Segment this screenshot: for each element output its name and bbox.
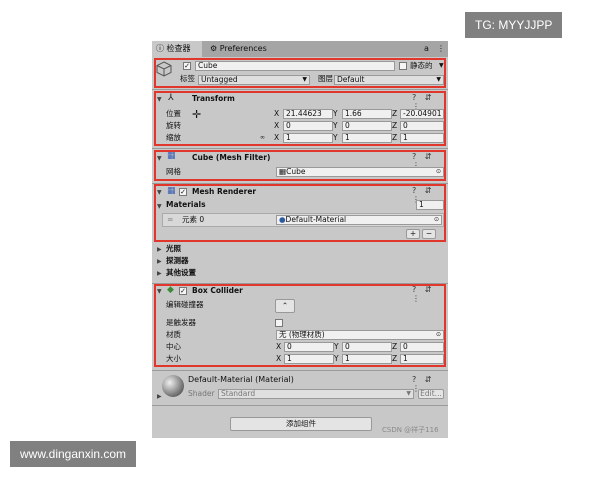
edit-shader-button[interactable]: Edit...	[418, 389, 444, 399]
foldout-arrow-icon[interactable]: ▶	[157, 246, 162, 253]
tab-inspector-label: 检查器	[166, 44, 191, 53]
probes-foldout[interactable]: 探测器	[166, 256, 189, 266]
add-component-button[interactable]: 添加组件	[230, 417, 372, 431]
highlight-mesh-renderer	[154, 184, 446, 242]
highlight-box-collider	[154, 284, 446, 367]
shader-dropdown[interactable]: Standard ▼	[218, 389, 414, 399]
tab-preferences[interactable]: ⚙ Preferences	[206, 41, 267, 57]
highlight-transform	[154, 91, 446, 146]
divider	[152, 148, 448, 149]
divider	[152, 370, 448, 371]
more-menu-icon[interactable]: ⋮	[437, 44, 445, 53]
divider	[152, 89, 448, 90]
shader-label: Shader	[188, 389, 215, 398]
watermark-top-right: TG: MYYJJPP	[465, 12, 563, 38]
lighting-foldout[interactable]: 光照	[166, 244, 181, 254]
highlight-object-header	[154, 58, 446, 88]
tab-preferences-label: Preferences	[219, 44, 267, 53]
help-icon: ?	[412, 375, 420, 384]
tab-bar: ⓘ 检查器 ⚙ Preferences a ⋮	[152, 41, 448, 57]
lock-icon[interactable]: a	[424, 44, 429, 53]
foldout-arrow-icon[interactable]: ▶	[157, 258, 162, 265]
divider	[152, 405, 448, 406]
shader-value: Standard	[221, 389, 256, 398]
chevron-down-icon: ▼	[406, 390, 411, 397]
material-asset-title: Default-Material (Material)	[188, 375, 294, 384]
info-icon: ⓘ	[156, 44, 164, 53]
csdn-watermark: CSDN @祥子116	[382, 426, 439, 434]
highlight-mesh-filter	[154, 150, 446, 181]
gear-icon: ⚙	[210, 44, 218, 53]
inspector-panel: ⓘ 检查器 ⚙ Preferences a ⋮ ✓ Cube 静态的 ▼ 标签 …	[152, 41, 448, 438]
other-settings-foldout[interactable]: 其他设置	[166, 268, 196, 278]
material-preview-sphere-icon	[162, 375, 184, 397]
watermark-bottom-left: www.dinganxin.com	[10, 441, 137, 467]
tab-inspector[interactable]: ⓘ 检查器	[152, 41, 202, 57]
foldout-arrow-icon[interactable]: ▶	[157, 393, 162, 400]
preset-icon: ⇵	[424, 375, 435, 384]
foldout-arrow-icon[interactable]: ▶	[157, 270, 162, 277]
